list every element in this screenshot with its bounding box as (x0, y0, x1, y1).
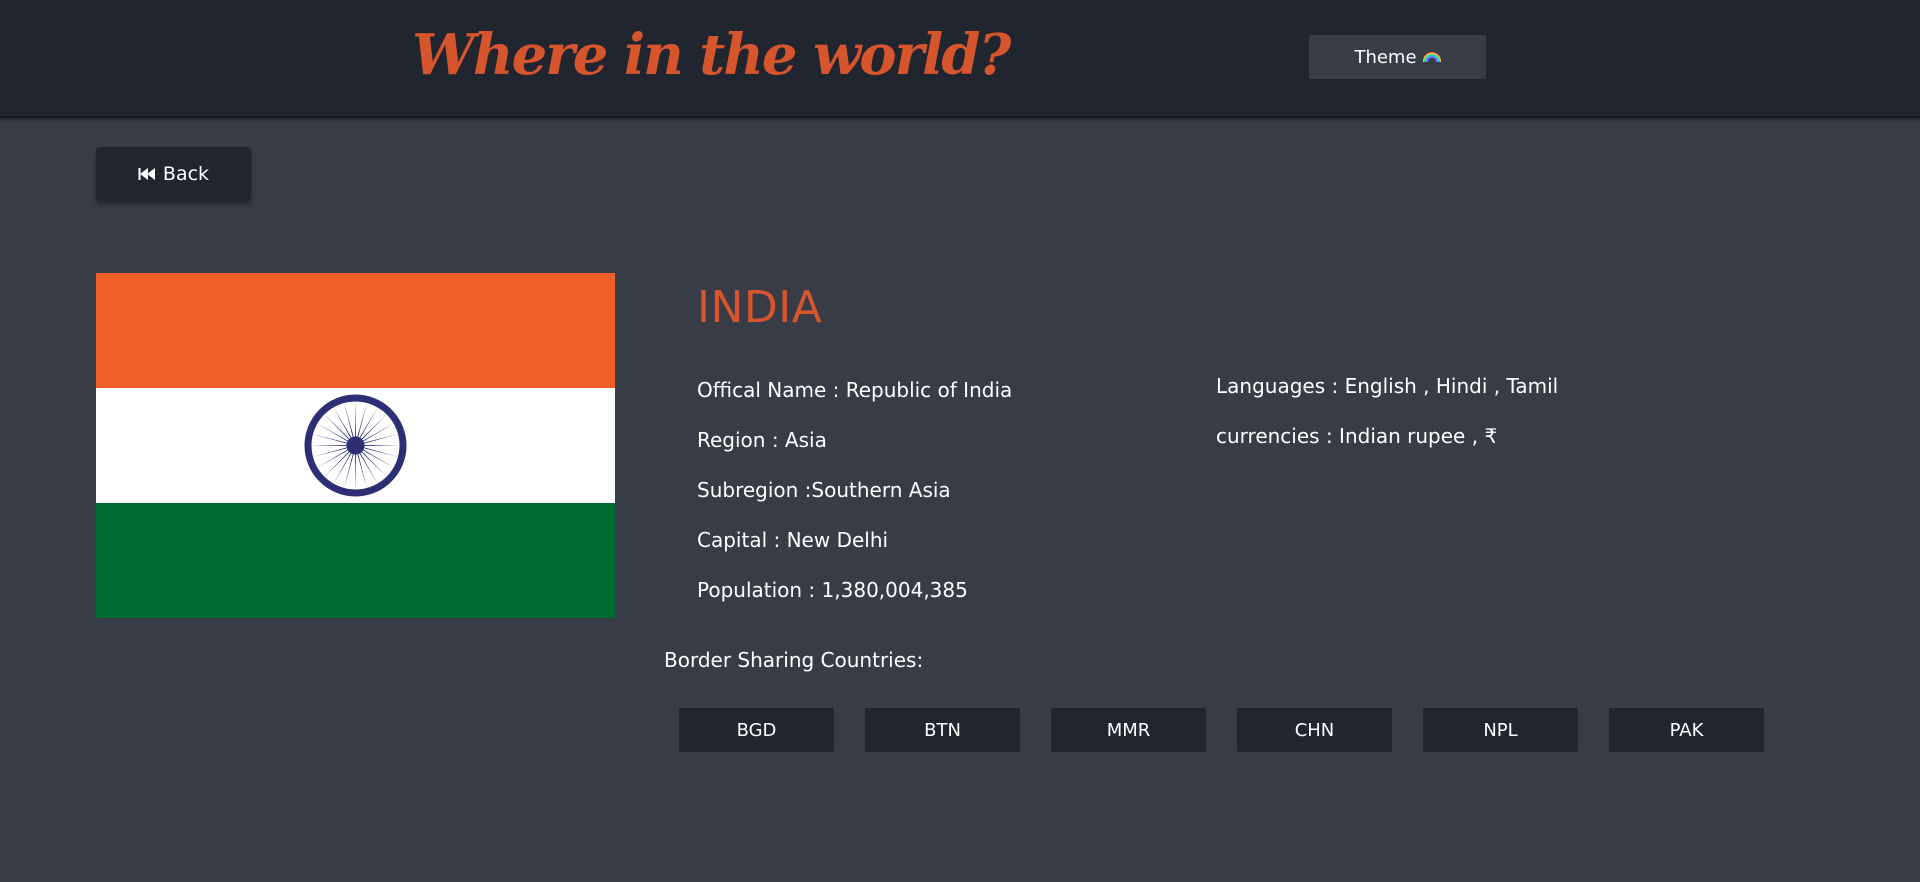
detail-label: Population : (697, 578, 822, 602)
detail-label: Region : (697, 428, 785, 452)
theme-toggle-button[interactable]: Theme (1309, 35, 1486, 79)
border-countries-heading: Border Sharing Countries: (664, 648, 924, 672)
ashoka-chakra-icon (304, 394, 407, 497)
border-country-button[interactable]: CHN (1237, 708, 1392, 752)
detail-label: Subregion : (697, 478, 812, 502)
back-button[interactable]: Back (96, 147, 251, 201)
border-country-button[interactable]: MMR (1051, 708, 1206, 752)
country-flag (96, 273, 615, 618)
border-country-button[interactable]: BTN (865, 708, 1020, 752)
subregion-row: Subregion :Southern Asia (697, 478, 1012, 528)
region-value: Asia (784, 428, 827, 452)
detail-label: Capital : (697, 528, 787, 552)
languages-row: Languages : English , Hindi , Tamil (1216, 374, 1558, 424)
theme-button-label: Theme (1354, 46, 1417, 68)
border-countries-list: BGD BTN MMR CHN NPL PAK (679, 708, 1764, 752)
capital-row: Capital : New Delhi (697, 528, 1012, 578)
border-country-button[interactable]: NPL (1423, 708, 1578, 752)
languages-value: English , Hindi , Tamil (1344, 374, 1559, 398)
site-header: Where in the world? Theme (0, 0, 1920, 118)
country-name: INDIA (697, 282, 823, 333)
subregion-value: Southern Asia (811, 478, 951, 502)
official-name-value: Republic of India (845, 378, 1013, 402)
border-country-button[interactable]: BGD (679, 708, 834, 752)
border-country-button[interactable]: PAK (1609, 708, 1764, 752)
site-title: Where in the world? (412, 22, 1011, 88)
capital-value: New Delhi (786, 528, 889, 552)
region-row: Region : Asia (697, 428, 1012, 478)
detail-label: currencies : (1216, 424, 1340, 448)
rainbow-icon (1422, 52, 1441, 62)
back-button-label: Back (162, 163, 210, 185)
fast-backward-icon (138, 168, 155, 180)
detail-label: Offical Name : (697, 378, 846, 402)
population-value: 1,380,004,385 (821, 578, 968, 602)
detail-label: Languages : (1216, 374, 1345, 398)
currencies-value: Indian rupee , ₹ (1339, 424, 1498, 448)
official-name-row: Offical Name : Republic of India (697, 378, 1012, 428)
population-row: Population : 1,380,004,385 (697, 578, 1012, 628)
country-details-secondary: Languages : English , Hindi , Tamil curr… (1216, 374, 1558, 474)
country-details-primary: Offical Name : Republic of India Region … (697, 378, 1012, 628)
currencies-row: currencies : Indian rupee , ₹ (1216, 424, 1558, 474)
